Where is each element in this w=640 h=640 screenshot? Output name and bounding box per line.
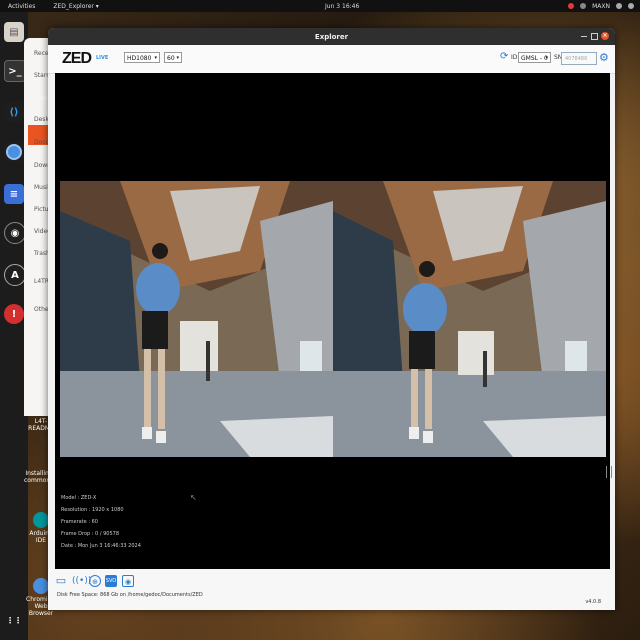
network-icon[interactable] (580, 3, 587, 9)
activities-button[interactable]: Activities (8, 3, 35, 10)
volume-icon[interactable] (616, 3, 622, 9)
zed-explorer-window: Explorer × ZED LIVE HD1080 ▾ 60 ▾ ⟳ ID GMS… (48, 28, 615, 610)
refresh-icon[interactable]: ⟳ (500, 51, 508, 62)
clock[interactable]: Jun 3 16:46 (325, 3, 359, 10)
settings-gear-icon[interactable]: ⚙ (599, 51, 609, 64)
serial-number-field[interactable]: 4078486 (561, 52, 597, 65)
svo-record-icon[interactable]: SVO (105, 575, 117, 587)
info-frame-drop: Frame Drop : 0 / 90578 (61, 531, 120, 537)
disk-free-status: Disk Free Space: 868 Gb on /home/gedoc/D… (57, 592, 203, 598)
live-label: LIVE (96, 55, 109, 61)
toolbar: ZED LIVE HD1080 ▾ 60 ▾ ⟳ ID GMSL - 0 ▾ SN 4… (48, 45, 615, 74)
vscode-icon[interactable]: ⟨⟩ (4, 102, 24, 122)
window-titlebar[interactable]: Explorer × (48, 28, 615, 45)
mouse-cursor-icon: ↖ (190, 493, 197, 502)
camera-id-select[interactable]: GMSL - 0 ▾ (518, 52, 551, 63)
left-camera-image (60, 181, 333, 457)
power-icon[interactable] (628, 3, 634, 9)
files-icon[interactable]: ▤ (4, 22, 24, 42)
info-framerate: Framerate : 60 (61, 519, 98, 525)
version-label: v4.0.8 (585, 599, 601, 605)
help-icon[interactable]: ! (4, 304, 24, 324)
chromium-icon[interactable] (4, 142, 24, 162)
minimize-icon[interactable] (581, 36, 587, 37)
power-mode-label[interactable]: MAXN (592, 3, 610, 10)
alert-icon[interactable] (568, 3, 575, 9)
folder-icon[interactable]: ▭ (55, 575, 67, 587)
app-menu[interactable]: ZED_Explorer ▾ (53, 3, 98, 10)
zed-logo: ZED (62, 50, 92, 67)
info-date: Date : Mon Jun 3 16:46:33 2024 (61, 543, 141, 549)
snapshot-camera-icon[interactable]: ◉ (122, 575, 134, 587)
info-resolution: Resolution : 1920 x 1080 (61, 507, 124, 513)
chromium-desktop-icon (33, 578, 49, 594)
system-tray[interactable]: MAXN (568, 3, 634, 10)
info-model: Model : ZED-X (61, 495, 97, 501)
window-title: Explorer (314, 32, 349, 41)
obs-icon[interactable]: ◉ (4, 222, 26, 244)
docs-icon[interactable]: ≡ (4, 184, 24, 204)
maximize-icon[interactable] (591, 33, 598, 40)
right-camera-image (333, 181, 606, 457)
show-apps-icon[interactable]: ⋮⋮ (4, 610, 24, 630)
close-icon[interactable]: × (601, 32, 609, 40)
stream-icon[interactable]: ((•)) (72, 575, 91, 587)
terminal-icon[interactable]: >_ (4, 60, 26, 82)
id-label: ID (511, 54, 518, 61)
arduino-icon (33, 512, 49, 528)
framerate-select[interactable]: 60 ▾ (164, 52, 182, 63)
resolution-select[interactable]: HD1080 ▾ (124, 52, 160, 63)
video-viewport[interactable]: Model : ZED-X Resolution : 1920 x 1080 F… (55, 73, 610, 569)
top-bar: Activities ZED_Explorer ▾ Jun 3 16:46 MA… (0, 0, 640, 12)
software-icon[interactable]: A (4, 264, 26, 286)
depth-icon[interactable]: ⊕ (89, 575, 101, 587)
bottom-bar: ▭ ((•)) ⊕ SVO ◉ Disk Free Space: 868 Gb … (48, 569, 615, 610)
window-resize-handle[interactable] (606, 466, 612, 478)
